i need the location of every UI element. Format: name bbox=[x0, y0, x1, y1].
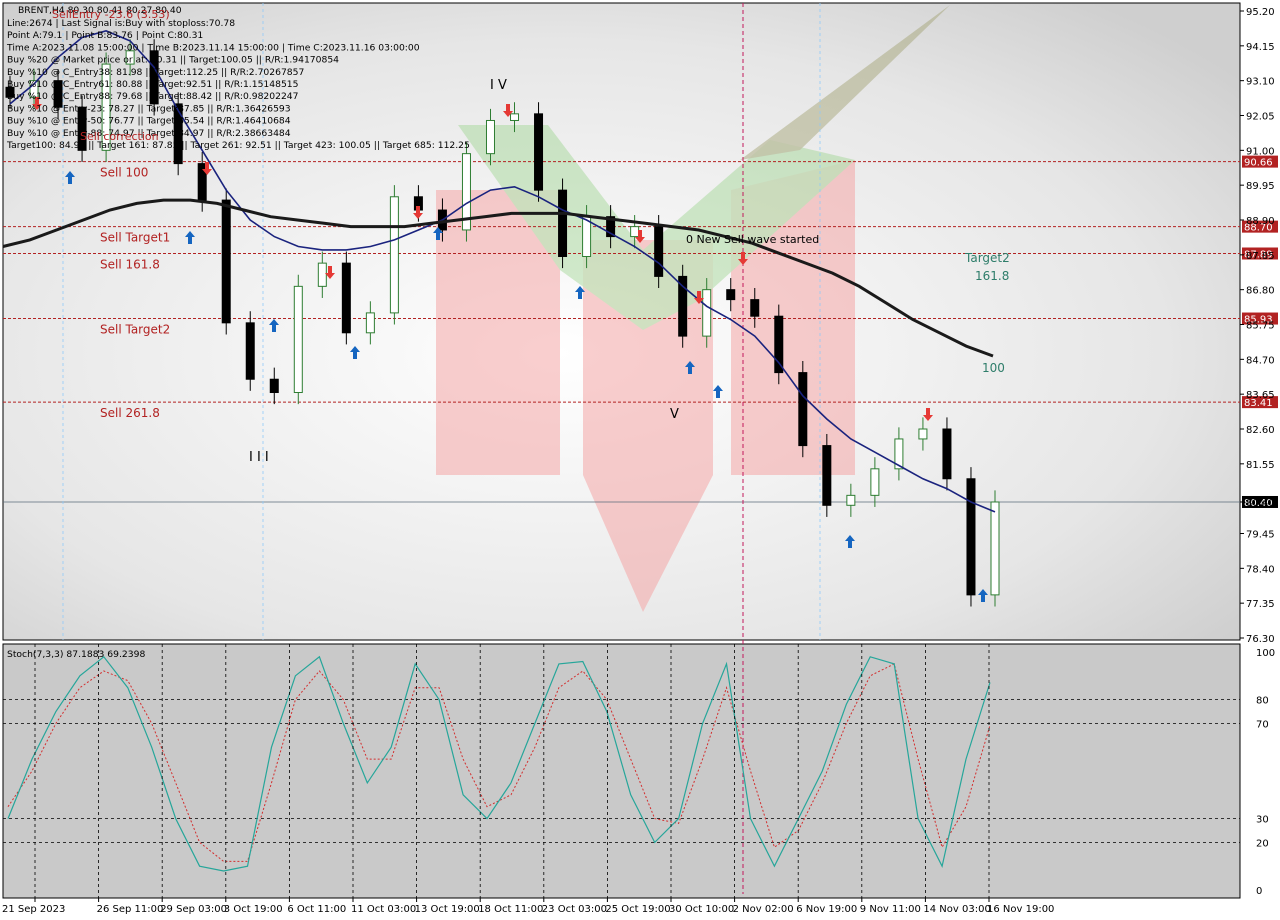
date-tick-label: 11 Oct 03:00 bbox=[351, 904, 416, 915]
target2-label: Target2 bbox=[964, 251, 1010, 265]
price-tick-label: 80.40 bbox=[1246, 498, 1275, 509]
candle-body bbox=[966, 478, 976, 596]
candle-body bbox=[654, 226, 664, 277]
candle-body bbox=[341, 262, 351, 334]
info-line: Buy %20 @ Market price or at: 80.31 || T… bbox=[7, 55, 339, 66]
price-tick-label: 92.05 bbox=[1246, 112, 1275, 123]
price-tick-label: 83.65 bbox=[1246, 390, 1275, 401]
wave-label-iv: I V bbox=[490, 78, 507, 93]
info-line: Time A:2023.11.08 15:00:00 | Time B:2023… bbox=[6, 42, 420, 53]
candle-body bbox=[485, 119, 495, 155]
level-label: Sell Target1 bbox=[100, 231, 170, 245]
info-line: Buy %10 @ Entry-23: 78.27 || Target:87.8… bbox=[7, 103, 291, 114]
date-tick-label: 2 Nov 02:00 bbox=[733, 904, 794, 915]
price-tick-label: 86.80 bbox=[1246, 286, 1275, 297]
candle-body bbox=[582, 216, 592, 257]
candle-body bbox=[630, 226, 640, 238]
stoch-title: Stoch(7,3,3) 87.1883 69.2398 bbox=[7, 649, 145, 660]
price-tick-label: 85.75 bbox=[1246, 321, 1275, 332]
level-label: Sell 161.8 bbox=[100, 258, 160, 272]
trading-chart[interactable]: Sell 10090.66Sell Target188.70Sell 161.8… bbox=[0, 0, 1280, 920]
date-tick-label: 9 Nov 11:00 bbox=[860, 904, 921, 915]
stoch-level-label: 100 bbox=[1256, 648, 1275, 659]
price-tick-label: 77.35 bbox=[1246, 599, 1275, 610]
candle-body bbox=[990, 501, 1000, 596]
date-tick-label: 13 Oct 19:00 bbox=[415, 904, 480, 915]
sell-correction-label: Sell correction bbox=[80, 130, 159, 143]
new-wave-label: 0 New Sell wave started bbox=[686, 233, 819, 246]
price-tick-label: 87.85 bbox=[1246, 251, 1275, 262]
candle-body bbox=[774, 315, 784, 374]
candle-body bbox=[702, 289, 712, 337]
price-tick-label: 89.95 bbox=[1246, 181, 1275, 192]
info-line: Buy %10 @ C_Entry88: 79.68 || Target:88.… bbox=[7, 91, 299, 102]
level-label: Sell Target2 bbox=[100, 323, 170, 337]
wave-label-v: V bbox=[670, 407, 679, 422]
candle-body bbox=[245, 322, 255, 380]
price-tick-label: 95.20 bbox=[1246, 7, 1275, 18]
date-tick-label: 6 Nov 19:00 bbox=[796, 904, 857, 915]
info-line: Buy %10 @ Entry-50: 76.77 || Target:85.5… bbox=[7, 116, 291, 127]
candle-body bbox=[870, 468, 880, 496]
price-tick-label: 91.00 bbox=[1246, 146, 1275, 157]
price-tick-label: 88.90 bbox=[1246, 216, 1275, 227]
date-tick-label: 26 Sep 11:00 bbox=[97, 904, 164, 915]
candle-body bbox=[558, 189, 568, 257]
date-tick-label: 3 Oct 19:00 bbox=[224, 904, 283, 915]
stoch-level-label: 80 bbox=[1256, 696, 1269, 707]
level-label: Sell 261.8 bbox=[100, 406, 160, 420]
stoch-level-label: 20 bbox=[1256, 838, 1269, 849]
date-tick-label: 25 Oct 19:00 bbox=[605, 904, 670, 915]
date-tick-label: 6 Oct 11:00 bbox=[287, 904, 346, 915]
price-tick-label: 93.10 bbox=[1246, 77, 1275, 88]
candle-body bbox=[269, 378, 279, 394]
date-tick-label: 21 Sep 2023 bbox=[2, 904, 65, 915]
date-tick-label: 18 Oct 11:00 bbox=[478, 904, 543, 915]
date-tick-label: 14 Nov 03:00 bbox=[923, 904, 990, 915]
candle-body bbox=[750, 299, 760, 317]
stoch-level-label: 30 bbox=[1256, 815, 1269, 826]
candle-body bbox=[317, 262, 327, 287]
price-tick-label: 76.30 bbox=[1246, 634, 1275, 645]
candle-body bbox=[221, 199, 231, 324]
price-tick-label: 84.70 bbox=[1246, 355, 1275, 366]
hundred-label: 100 bbox=[982, 361, 1005, 375]
info-line: Buy %10 @ C_Entry38: 81.98 || Target:112… bbox=[7, 67, 304, 78]
target2-pct-label: 161.8 bbox=[975, 269, 1009, 283]
date-tick-label: 23 Oct 03:00 bbox=[542, 904, 607, 915]
candle-body bbox=[942, 428, 952, 480]
candle-body bbox=[293, 285, 303, 394]
price-tick-label: 78.40 bbox=[1246, 564, 1275, 575]
candle-body bbox=[389, 196, 399, 314]
price-axis: 95.20 94.15 93.10 92.05 91.00 89.95 88.90 87.85… bbox=[1240, 7, 1275, 645]
info-line: Buy %10 @ C_Entry61: 80.88 || Target:92.… bbox=[7, 79, 299, 90]
price-tick-label: 79.45 bbox=[1246, 530, 1275, 541]
stoch-level-label: 70 bbox=[1256, 719, 1269, 730]
price-tick-label: 94.15 bbox=[1246, 42, 1275, 53]
date-tick-label: 29 Sep 03:00 bbox=[160, 904, 227, 915]
wave-label-iii: I I I bbox=[249, 450, 269, 465]
price-tick-label: 82.60 bbox=[1246, 425, 1275, 436]
sell-entry-label: SellEntry -23.6 (3.53) bbox=[52, 8, 170, 21]
candle-body bbox=[798, 372, 808, 447]
info-line: Target100: 84.97 || Target 161: 87.85 ||… bbox=[6, 140, 470, 151]
stoch-pane-background bbox=[2, 643, 1241, 899]
level-price-tag-text: 90.66 bbox=[1244, 158, 1273, 169]
date-tick-label: 30 Oct 10:00 bbox=[669, 904, 734, 915]
stoch-level-label: 0 bbox=[1256, 886, 1262, 897]
candle-body bbox=[846, 494, 856, 506]
candle-body bbox=[365, 312, 375, 334]
date-tick-label: 16 Nov 19:00 bbox=[987, 904, 1054, 915]
candle-body bbox=[510, 113, 520, 121]
price-tick-label: 81.55 bbox=[1246, 460, 1275, 471]
candle-body bbox=[726, 289, 736, 301]
candle-body bbox=[822, 445, 832, 506]
candle-body bbox=[534, 113, 544, 191]
info-line: Point A:79.1 | Point B:83.76 | Point C:8… bbox=[7, 30, 203, 41]
level-label: Sell 100 bbox=[100, 166, 148, 180]
candle-body bbox=[918, 428, 928, 440]
